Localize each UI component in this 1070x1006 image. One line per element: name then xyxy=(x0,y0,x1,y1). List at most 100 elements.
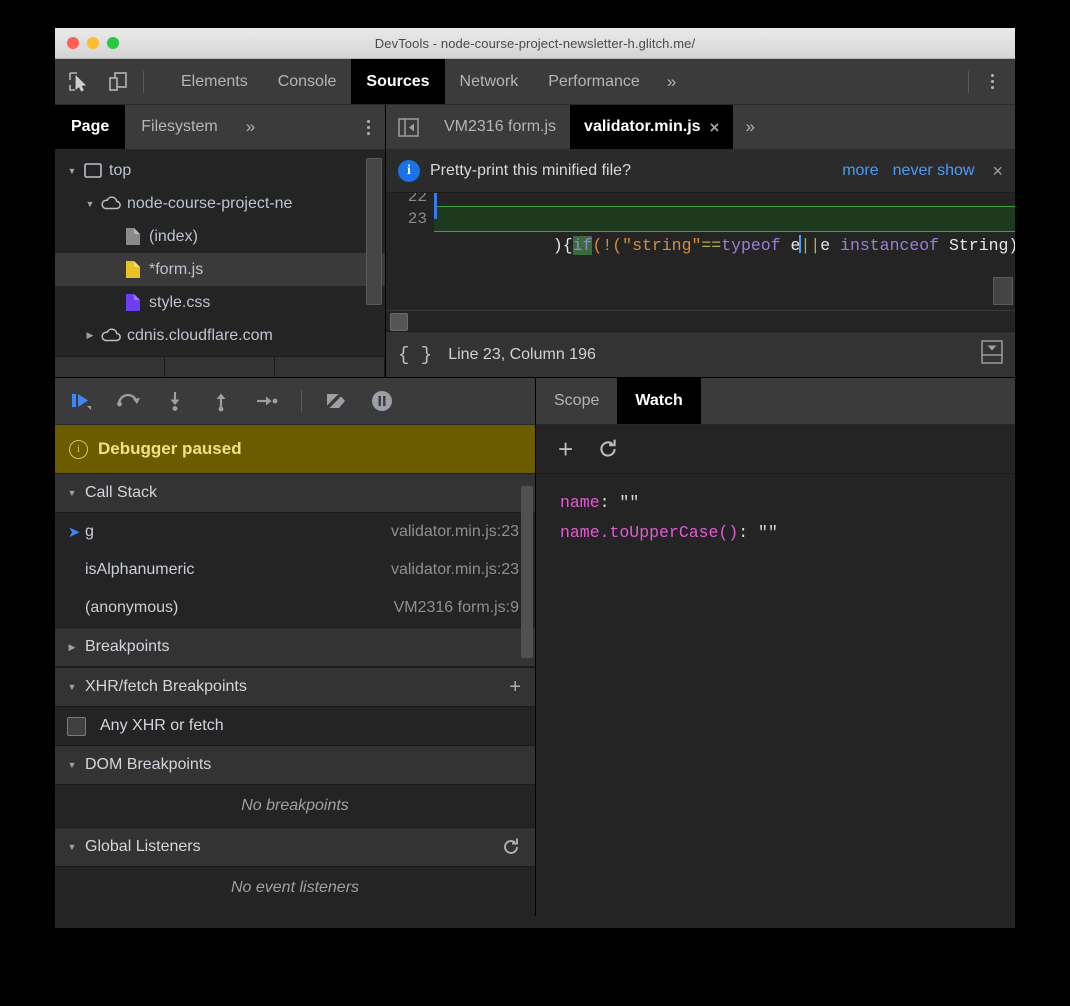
code-editor[interactable]: 22 23 ){if(!("string"==typeof e||e insta… xyxy=(386,193,1015,310)
navigator-scrollbar-thumb[interactable] xyxy=(366,158,382,305)
tree-item-index[interactable]: (index) xyxy=(55,220,385,253)
watch-expression-value: "" xyxy=(758,523,778,542)
more-panels-chevron-icon[interactable]: » xyxy=(655,59,688,104)
watch-expression-list: name: "" name.toUpperCase(): "" xyxy=(536,474,1015,902)
inspect-element-icon[interactable] xyxy=(61,65,95,99)
refresh-icon[interactable] xyxy=(501,837,521,857)
frame-name: g xyxy=(85,523,94,541)
maximize-window-button[interactable] xyxy=(107,37,119,49)
tab-filesystem[interactable]: Filesystem xyxy=(125,105,233,149)
step-over-icon[interactable] xyxy=(113,385,145,417)
editor-vertical-scrollbar-thumb[interactable] xyxy=(993,277,1013,305)
close-tab-icon[interactable]: × xyxy=(710,119,720,136)
step-icon[interactable] xyxy=(251,385,283,417)
any-xhr-checkbox[interactable] xyxy=(67,717,86,736)
watch-expression-name: name xyxy=(560,493,600,512)
twisty-open-icon[interactable]: ▼ xyxy=(81,199,99,209)
refresh-icon[interactable] xyxy=(597,438,619,460)
debugger-toolbar-divider xyxy=(301,390,302,412)
step-into-icon[interactable] xyxy=(159,385,191,417)
call-stack-frame[interactable]: ➤ isAlphanumeric validator.min.js:23 xyxy=(55,551,535,589)
tree-item-origin[interactable]: ▼ node-course-project-ne xyxy=(55,187,385,220)
close-window-button[interactable] xyxy=(67,37,79,49)
tree-item-label: cdnis.cloudflare.com xyxy=(127,327,273,345)
editor-tab-vm-form-js[interactable]: VM2316 form.js xyxy=(430,105,570,149)
tree-item-form-js[interactable]: *form.js xyxy=(55,253,385,286)
section-header-breakpoints[interactable]: ▶ Breakpoints xyxy=(55,627,535,667)
resume-icon[interactable] xyxy=(67,385,99,417)
tree-item-label: (index) xyxy=(149,228,198,246)
debugger-controls-toolbar xyxy=(55,378,535,425)
kebab-menu-icon[interactable] xyxy=(977,59,1007,104)
tab-console[interactable]: Console xyxy=(263,59,352,104)
infobar-more-link[interactable]: more xyxy=(842,162,878,180)
navigator-tab-list: Page Filesystem » xyxy=(55,105,385,150)
watch-expression-name: name.toUpperCase() xyxy=(560,523,738,542)
code-token: == xyxy=(701,236,721,255)
tree-item-label: *form.js xyxy=(149,261,203,279)
tab-page[interactable]: Page xyxy=(55,105,125,149)
tree-item-cdn-origin[interactable]: ▶ cdnis.cloudflare.com xyxy=(55,319,385,352)
editor-tab-validator-min-js[interactable]: validator.min.js × xyxy=(570,105,733,149)
tab-network[interactable]: Network xyxy=(445,59,534,104)
paused-message: Debugger paused xyxy=(98,439,242,459)
tab-watch[interactable]: Watch xyxy=(617,378,700,424)
tab-scope[interactable]: Scope xyxy=(536,378,617,424)
code-content[interactable]: ){if(!("string"==typeof e||e instanceof … xyxy=(434,193,1015,310)
debugger-scrollbar-thumb[interactable] xyxy=(521,486,533,658)
tree-item-style-css[interactable]: style.css xyxy=(55,286,385,319)
call-stack-frame[interactable]: ➤ (anonymous) VM2316 form.js:9 xyxy=(55,589,535,627)
close-infobar-icon[interactable]: × xyxy=(992,161,1003,182)
tree-item-label: node-course-project-ne xyxy=(127,195,292,213)
frame-name: (anonymous) xyxy=(85,599,178,617)
code-token: instanceof xyxy=(840,236,939,255)
minimize-window-button[interactable] xyxy=(87,37,99,49)
global-listeners-empty-message: No event listeners xyxy=(55,867,535,909)
infobar-actions: more never show × xyxy=(842,161,1003,182)
toggle-debugger-sidebar-icon[interactable] xyxy=(981,340,1003,369)
tab-performance[interactable]: Performance xyxy=(533,59,655,104)
navigator-kebab-menu-icon[interactable] xyxy=(351,105,385,149)
tab-elements[interactable]: Elements xyxy=(166,59,263,104)
add-watch-expression-icon[interactable]: + xyxy=(558,436,573,462)
twisty-closed-icon[interactable]: ▶ xyxy=(63,642,81,653)
twisty-open-icon[interactable]: ▼ xyxy=(63,760,81,770)
editor-horizontal-scrollbar[interactable] xyxy=(386,310,1015,331)
call-stack-frame-current[interactable]: ➤ g validator.min.js:23 xyxy=(55,513,535,551)
section-header-global-listeners[interactable]: ▼ Global Listeners xyxy=(55,827,535,867)
section-header-dom-breakpoints[interactable]: ▼ DOM Breakpoints xyxy=(55,745,535,785)
upper-split: Page Filesystem » ▼ top ▼ xyxy=(55,105,1015,377)
debugger-paused-banner: i Debugger paused xyxy=(55,425,535,473)
add-xhr-breakpoint-icon[interactable]: + xyxy=(509,676,521,699)
watch-expression-row[interactable]: name: "" xyxy=(560,488,1015,518)
cloud-icon xyxy=(99,196,123,211)
twisty-open-icon[interactable]: ▼ xyxy=(63,682,81,692)
frame-icon xyxy=(81,163,105,178)
editor-tab-label: validator.min.js xyxy=(584,118,700,136)
code-line-current[interactable]: ){if(!("string"==typeof e||e instanceof … xyxy=(434,206,1015,232)
tab-sources[interactable]: Sources xyxy=(351,59,444,104)
device-toolbar-icon[interactable] xyxy=(101,65,135,99)
twisty-closed-icon[interactable]: ▶ xyxy=(81,330,99,341)
infobar-message: Pretty-print this minified file? xyxy=(430,162,631,180)
twisty-open-icon[interactable]: ▼ xyxy=(63,842,81,852)
pause-on-exceptions-icon[interactable] xyxy=(366,385,398,417)
more-navigator-tabs-chevron-icon[interactable]: » xyxy=(234,105,267,149)
info-icon: i xyxy=(398,160,420,182)
watch-expression-row[interactable]: name.toUpperCase(): "" xyxy=(560,518,1015,548)
more-editor-tabs-chevron-icon[interactable]: » xyxy=(733,105,766,149)
watch-expression-separator: : xyxy=(738,523,758,542)
twisty-open-icon[interactable]: ▼ xyxy=(63,166,81,176)
pretty-print-braces-icon[interactable]: { } xyxy=(398,344,432,366)
deactivate-breakpoints-icon[interactable] xyxy=(320,385,352,417)
toolbar-divider-right xyxy=(968,71,969,93)
xhr-breakpoint-row[interactable]: Any XHR or fetch xyxy=(55,707,535,745)
infobar-never-show-link[interactable]: never show xyxy=(893,162,975,180)
step-out-icon[interactable] xyxy=(205,385,237,417)
section-header-call-stack[interactable]: ▼ Call Stack xyxy=(55,473,535,513)
editor-horizontal-scrollbar-thumb[interactable] xyxy=(390,313,408,331)
toggle-navigator-icon[interactable] xyxy=(386,105,430,149)
tree-item-top[interactable]: ▼ top xyxy=(55,154,385,187)
section-header-xhr-breakpoints[interactable]: ▼ XHR/fetch Breakpoints + xyxy=(55,667,535,707)
twisty-open-icon[interactable]: ▼ xyxy=(63,488,81,498)
